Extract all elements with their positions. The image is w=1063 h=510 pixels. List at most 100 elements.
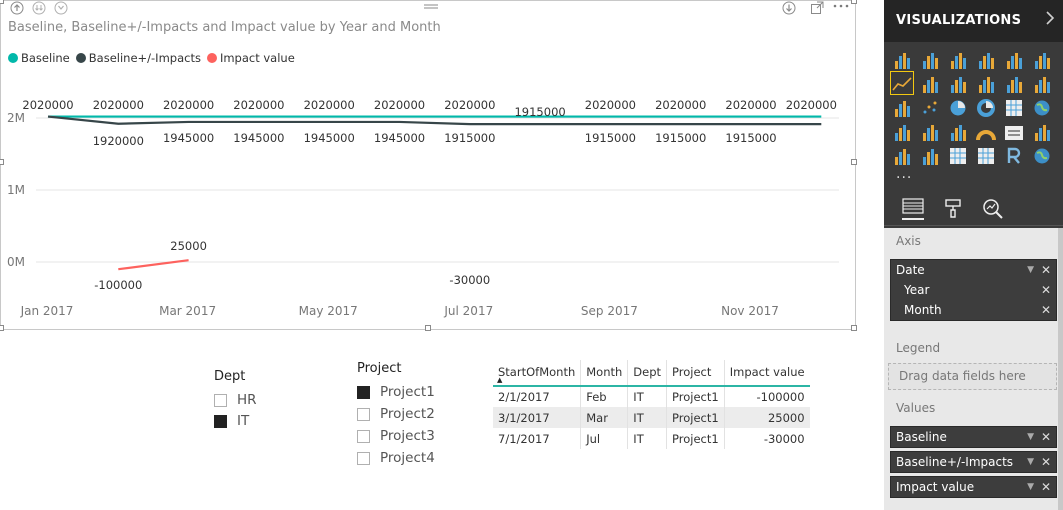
column-header-month[interactable]: Month — [580, 360, 629, 387]
values-field-impact-value[interactable]: Impact value ▼ ✕ — [890, 476, 1057, 498]
resize-handle-right[interactable] — [851, 159, 857, 165]
axis-field-year[interactable]: Year ✕ — [891, 280, 1056, 300]
data-label: -100000 — [94, 278, 142, 292]
project-slicer-item-3[interactable]: Project3 — [357, 428, 435, 444]
card-icon[interactable] — [1004, 121, 1024, 141]
value-field[interactable]: Baseline ▼ ✕ — [891, 427, 1056, 447]
chevron-down-icon[interactable]: ▼ — [1027, 427, 1034, 447]
analytics-magnifier-icon[interactable] — [982, 198, 1004, 220]
line-chart-icon[interactable] — [890, 71, 914, 95]
clustered-bar-icon[interactable] — [948, 49, 968, 69]
remove-field-icon[interactable]: ✕ — [1041, 300, 1051, 320]
waterfall-icon[interactable] — [892, 97, 912, 117]
value-field[interactable]: Impact value ▼ ✕ — [891, 477, 1056, 497]
remove-field-icon[interactable]: ✕ — [1041, 427, 1051, 447]
100-stacked-bar-icon[interactable] — [1004, 49, 1024, 69]
dept-slicer-item-it[interactable]: IT — [214, 413, 249, 429]
format-paint-roller-icon[interactable] — [942, 198, 964, 220]
globe-icon[interactable] — [1032, 145, 1052, 165]
icon-bar — [894, 61, 898, 69]
checkbox-project3[interactable] — [357, 429, 370, 443]
resize-handle-bottom-right[interactable] — [851, 325, 857, 331]
chevron-down-icon[interactable]: ▼ — [1027, 452, 1034, 472]
more-visuals-icon[interactable]: ... — [896, 166, 912, 182]
icon-bar — [894, 109, 898, 117]
slicer-icon[interactable] — [920, 145, 940, 165]
column-header-dept[interactable]: Dept — [627, 360, 668, 387]
column-header-startofmonth[interactable]: StartOfMonth ▲ — [493, 360, 582, 387]
chevron-down-icon[interactable]: ▼ — [1027, 260, 1034, 280]
checkbox-it[interactable] — [214, 414, 227, 428]
value-field[interactable]: Baseline+/-Impacts ▼ ✕ — [891, 452, 1056, 472]
remove-field-icon[interactable]: ✕ — [1041, 477, 1051, 497]
kpi-icon[interactable] — [892, 145, 912, 165]
multi-row-card-icon[interactable] — [1032, 121, 1052, 141]
table-cell: 3/1/2017 — [493, 407, 582, 428]
clustered-column-icon[interactable] — [976, 49, 996, 69]
table-row[interactable]: 3/1/2017 Mar IT Project1 25000 — [493, 407, 810, 428]
pane-scrollbar[interactable] — [1058, 228, 1063, 510]
scatter-icon[interactable] — [920, 97, 940, 117]
remove-field-icon[interactable]: ✕ — [1041, 260, 1051, 280]
column-header-project[interactable]: Project — [666, 360, 725, 387]
resize-handle-top-left[interactable] — [0, 0, 4, 4]
table-row[interactable]: 2/1/2017 Feb IT Project1 -100000 — [493, 386, 810, 407]
project-slicer-item-1[interactable]: Project1 — [357, 384, 435, 400]
column-header-impact-value[interactable]: Impact value — [724, 360, 810, 387]
donut-chart-icon[interactable] — [976, 97, 996, 117]
resize-handle-top-right[interactable] — [851, 0, 857, 4]
checkbox-hr[interactable] — [214, 393, 227, 407]
stacked-area-icon[interactable] — [948, 73, 968, 93]
filled-map-icon[interactable] — [892, 121, 912, 141]
fields-tab-icon[interactable] — [902, 198, 924, 220]
remove-field-icon[interactable]: ✕ — [1041, 280, 1051, 300]
values-field-baseline[interactable]: Baseline ▼ ✕ — [890, 426, 1057, 448]
table-icon[interactable] — [948, 145, 968, 165]
icon-bar — [930, 125, 934, 141]
icon-bar — [962, 130, 966, 141]
visualizations-header: VISUALIZATIONS — [884, 0, 1063, 42]
dept-it-label: IT — [237, 413, 250, 429]
100-stacked-column-icon[interactable] — [1032, 49, 1052, 69]
shape-map-icon[interactable] — [920, 121, 940, 141]
checkbox-project4[interactable] — [357, 451, 370, 465]
axis-well[interactable]: Date ▼ ✕ Year ✕ Month ✕ — [890, 259, 1057, 321]
funnel-icon[interactable] — [948, 121, 968, 141]
gauge-icon[interactable] — [976, 121, 996, 141]
remove-field-icon[interactable]: ✕ — [1041, 452, 1051, 472]
map-icon[interactable] — [1032, 97, 1052, 117]
area-chart-icon[interactable] — [920, 73, 940, 93]
resize-handle-bottom-left[interactable] — [0, 325, 4, 331]
project-slicer-item-4[interactable]: Project4 — [357, 450, 435, 466]
collapse-chevron-icon[interactable] — [1045, 10, 1055, 30]
project-slicer-item-2[interactable]: Project2 — [357, 406, 435, 422]
legend-well-label: Legend — [896, 341, 941, 355]
legend-drop-zone[interactable]: Drag data fields here — [888, 363, 1057, 390]
column-header-label: StartOfMonth — [498, 364, 576, 379]
pie-chart-icon[interactable] — [948, 97, 968, 117]
axis-field-month[interactable]: Month ✕ — [891, 300, 1056, 320]
checkbox-project1[interactable] — [357, 385, 370, 399]
ribbon-chart-icon[interactable] — [1032, 73, 1052, 93]
x-tick-label: May 2017 — [299, 304, 358, 318]
resize-handle-left[interactable] — [0, 159, 4, 165]
line-chart-visual[interactable]: Baseline, Baseline+/-Impacts and Impact … — [0, 0, 857, 331]
line-clustered-column-icon[interactable] — [976, 73, 996, 93]
chevron-down-icon[interactable]: ▼ — [1027, 477, 1034, 497]
matrix-icon[interactable] — [976, 145, 996, 165]
stacked-column-icon[interactable] — [920, 49, 940, 69]
resize-handle-bottom[interactable] — [425, 325, 431, 331]
icon-bar — [926, 152, 930, 165]
line-stacked-column-icon[interactable] — [1004, 73, 1024, 93]
r-script-icon[interactable] — [1004, 145, 1024, 165]
value-field-label: Baseline — [896, 430, 947, 444]
dept-slicer-item-hr[interactable]: HR — [214, 392, 257, 408]
icon-bar — [1034, 61, 1038, 69]
checkbox-project2[interactable] — [357, 407, 370, 421]
stacked-bar-icon[interactable] — [892, 49, 912, 69]
treemap-icon[interactable] — [1004, 97, 1024, 117]
icon-bar — [906, 154, 910, 165]
table-row[interactable]: 7/1/2017 Jul IT Project1 -30000 — [493, 428, 810, 449]
values-field-baseline-impacts[interactable]: Baseline+/-Impacts ▼ ✕ — [890, 451, 1057, 473]
axis-field-date[interactable]: Date ▼ ✕ — [891, 260, 1056, 280]
